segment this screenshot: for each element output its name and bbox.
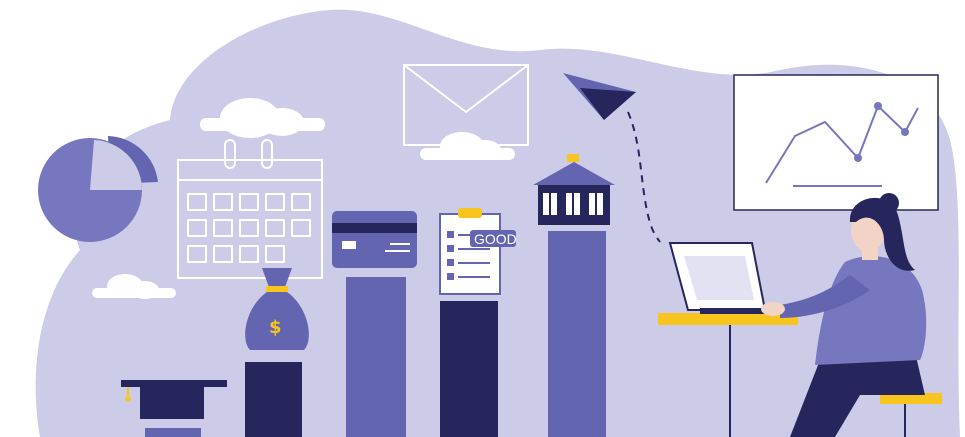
money-bag-symbol: $ xyxy=(269,317,282,338)
finance-growth-illustration: $ GOOD xyxy=(35,9,961,437)
bar-house xyxy=(548,231,606,437)
bar-money xyxy=(245,362,302,437)
credit-card-icon xyxy=(332,211,417,268)
clipboard-badge: GOOD xyxy=(474,231,517,247)
line-chart-board xyxy=(733,74,939,211)
bar-clipboard xyxy=(440,301,498,437)
bar-credit xyxy=(346,277,406,437)
